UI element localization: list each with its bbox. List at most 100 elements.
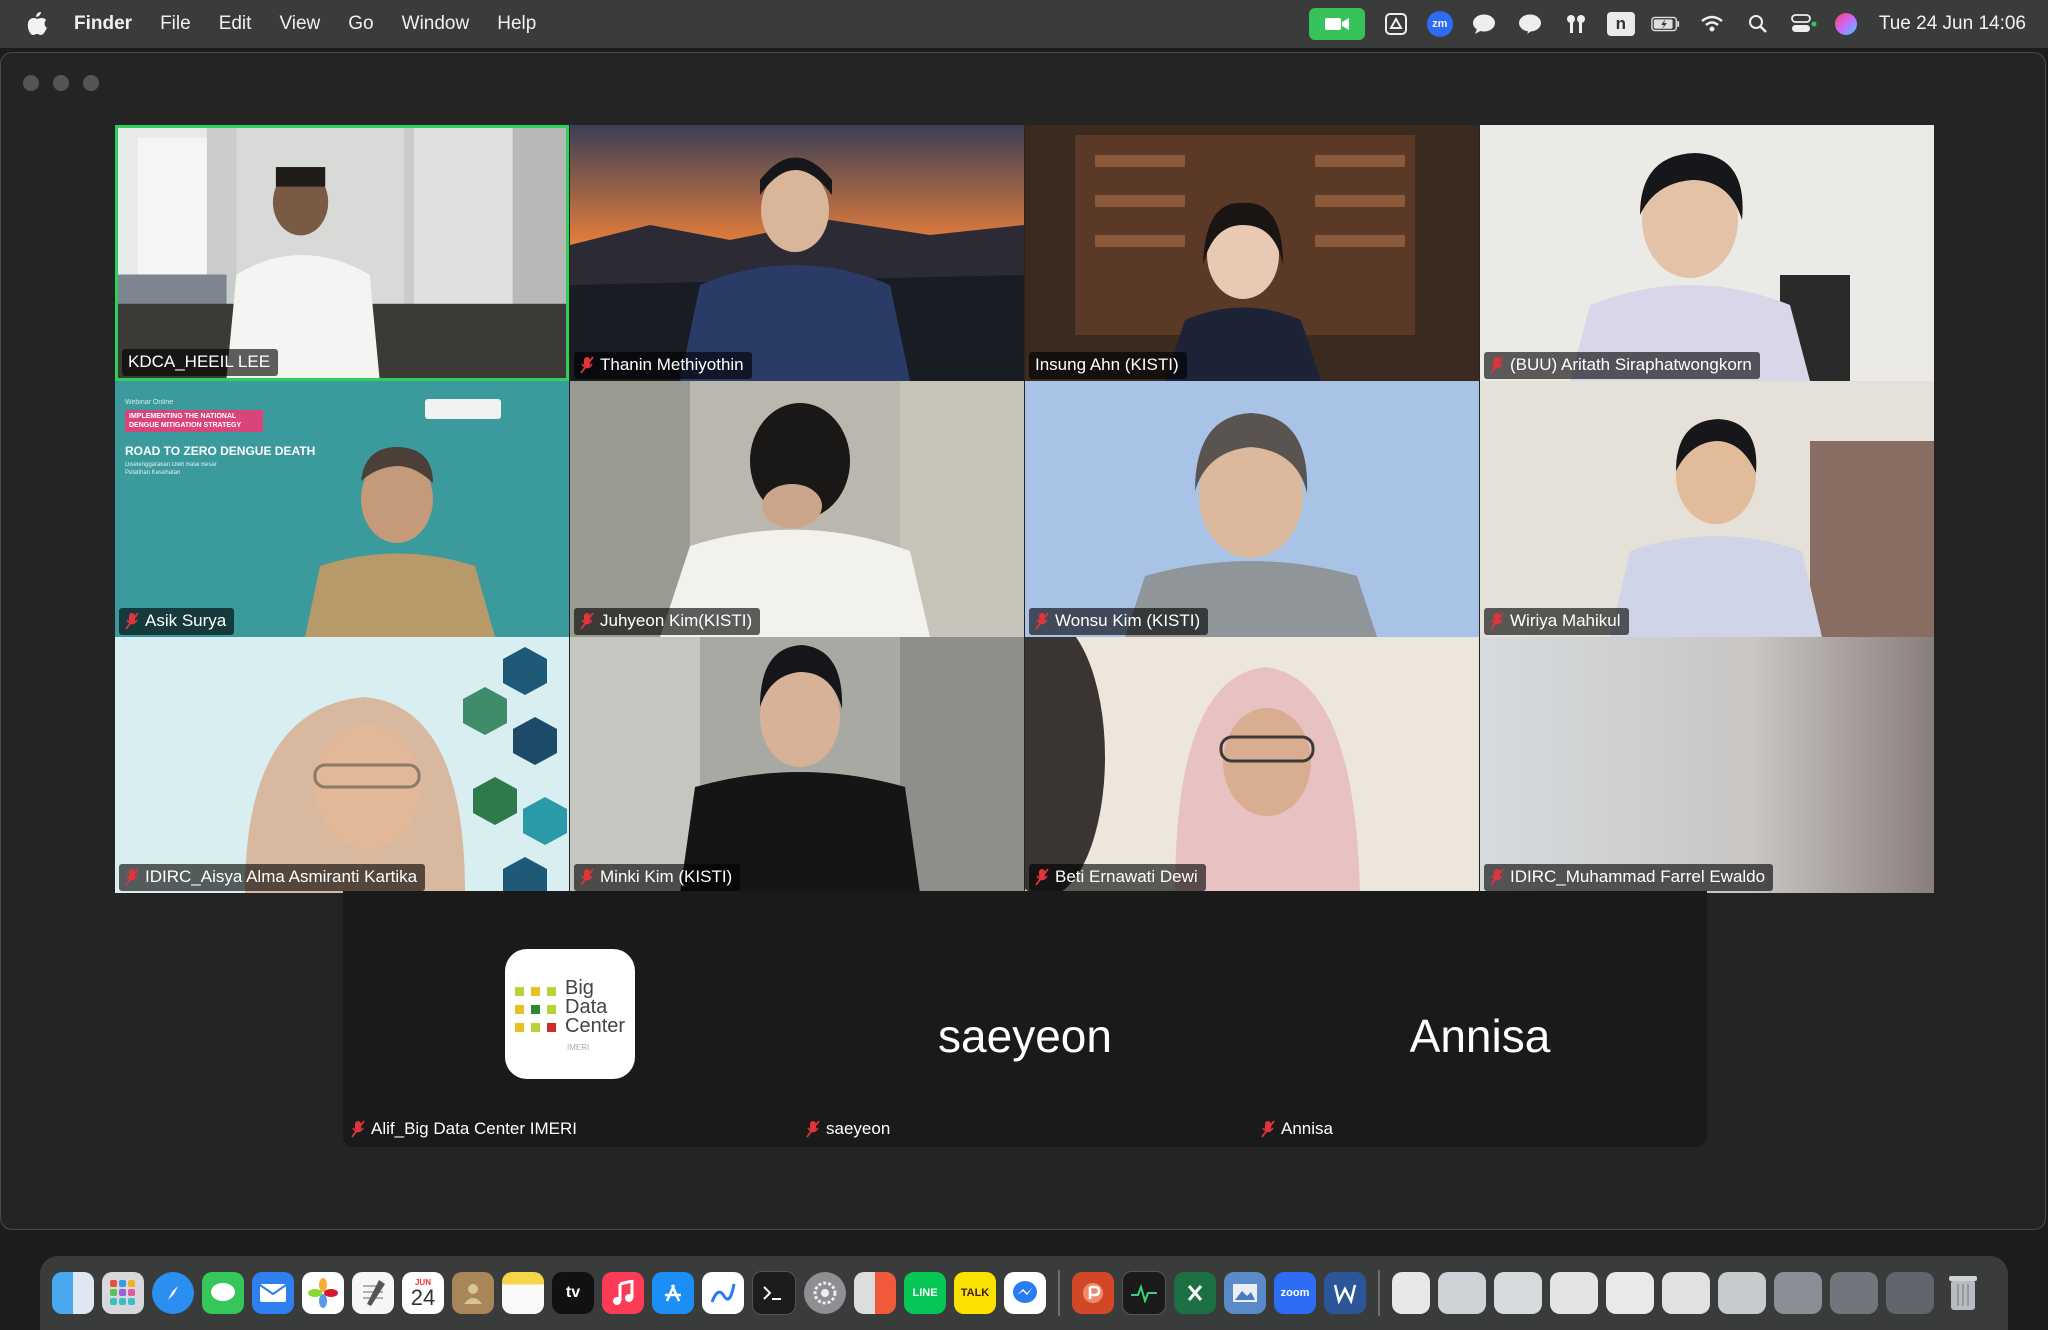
mail-icon[interactable] bbox=[252, 1272, 294, 1314]
launchpad-icon[interactable] bbox=[102, 1272, 144, 1314]
video-tile[interactable]: Insung Ahn (KISTI) bbox=[1025, 125, 1479, 381]
audio-tile[interactable]: Big Data Center IMERI Alif_Big Data Cent… bbox=[343, 891, 797, 1147]
safari-icon[interactable] bbox=[152, 1272, 194, 1314]
menu-window[interactable]: Window bbox=[402, 13, 470, 35]
tv-icon[interactable]: tv bbox=[552, 1272, 594, 1314]
video-tile[interactable]: Beti Ernawati Dewi bbox=[1025, 637, 1479, 893]
participant-name-label: saeyeon bbox=[806, 1119, 890, 1139]
messenger-icon[interactable] bbox=[1004, 1272, 1046, 1314]
zoom-label: zoom bbox=[1280, 1287, 1310, 1299]
photos-icon[interactable] bbox=[302, 1272, 344, 1314]
video-tile[interactable]: Wonsu Kim (KISTI) bbox=[1025, 381, 1479, 637]
powerpoint-icon[interactable] bbox=[1072, 1272, 1114, 1314]
muted-mic-icon bbox=[351, 1120, 365, 1138]
document-3-icon[interactable] bbox=[1494, 1272, 1542, 1314]
slide-kicker: Webinar Online bbox=[125, 399, 174, 406]
participant-name: Beti Ernawati Dewi bbox=[1055, 867, 1198, 886]
music-icon[interactable] bbox=[602, 1272, 644, 1314]
video-tile[interactable]: Wiriya Mahikul bbox=[1480, 381, 1934, 637]
freeform-icon[interactable] bbox=[702, 1272, 744, 1314]
document-7-icon[interactable] bbox=[1718, 1272, 1766, 1314]
battery-icon[interactable] bbox=[1651, 9, 1681, 39]
video-tile[interactable]: (BUU) Aritath Siraphatwongkorn bbox=[1480, 125, 1934, 381]
calendar-icon[interactable]: JUN 24 bbox=[402, 1272, 444, 1314]
document-6-icon[interactable] bbox=[1662, 1272, 1710, 1314]
zoom-icon[interactable]: zoom bbox=[1274, 1272, 1316, 1314]
menu-help[interactable]: Help bbox=[497, 13, 536, 35]
participant-name-label: Wiriya Mahikul bbox=[1484, 608, 1629, 635]
n-app-icon[interactable]: n bbox=[1606, 12, 1635, 36]
document-8-icon[interactable] bbox=[1774, 1272, 1822, 1314]
messages-icon[interactable] bbox=[1469, 9, 1499, 39]
zoom-window-button[interactable] bbox=[83, 75, 99, 91]
notes-icon[interactable] bbox=[502, 1272, 544, 1314]
document-9-icon[interactable] bbox=[1830, 1272, 1878, 1314]
audio-tile[interactable]: saeyeon saeyeon bbox=[798, 891, 1252, 1147]
participant-video bbox=[570, 125, 1024, 381]
tv-label: tv bbox=[565, 1284, 581, 1301]
line-icon[interactable]: LINE bbox=[904, 1272, 946, 1314]
iphone-mirroring-icon[interactable] bbox=[854, 1272, 896, 1314]
document-10-icon[interactable] bbox=[1886, 1272, 1934, 1314]
participant-video bbox=[570, 637, 1024, 893]
appstore-icon[interactable] bbox=[652, 1272, 694, 1314]
control-center-icon[interactable] bbox=[1789, 9, 1819, 39]
menu-file[interactable]: File bbox=[160, 13, 191, 35]
close-window-button[interactable] bbox=[23, 75, 39, 91]
video-tile[interactable]: Juhyeon Kim(KISTI) bbox=[570, 381, 1024, 637]
participant-name-label: IDIRC_Aisya Alma Asmiranti Kartika bbox=[119, 864, 426, 891]
muted-mic-icon bbox=[1490, 356, 1504, 374]
menu-go[interactable]: Go bbox=[348, 13, 373, 35]
wifi-icon[interactable] bbox=[1697, 9, 1727, 39]
dock-separator bbox=[1378, 1270, 1380, 1316]
textedit-icon[interactable] bbox=[352, 1272, 394, 1314]
video-tile[interactable]: Thanin Methiyothin bbox=[570, 125, 1024, 381]
document-5-icon[interactable] bbox=[1606, 1272, 1654, 1314]
apple-menu-icon[interactable] bbox=[26, 11, 48, 37]
video-tile[interactable]: Webinar Online IMPLEMENTING THE NATIONAL… bbox=[115, 381, 569, 637]
messages-icon[interactable] bbox=[202, 1272, 244, 1314]
audio-tile[interactable]: Annisa Annisa bbox=[1253, 891, 1707, 1147]
drive-icon[interactable] bbox=[1381, 9, 1411, 39]
finder-icon[interactable] bbox=[52, 1272, 94, 1314]
terminal-icon[interactable] bbox=[752, 1271, 796, 1315]
word-icon[interactable] bbox=[1324, 1272, 1366, 1314]
participant-video bbox=[1480, 637, 1934, 893]
excel-icon[interactable] bbox=[1174, 1272, 1216, 1314]
participant-name: IDIRC_Muhammad Farrel Ewaldo bbox=[1510, 867, 1766, 886]
muted-mic-icon bbox=[580, 356, 594, 374]
menu-view[interactable]: View bbox=[279, 13, 320, 35]
minimize-window-button[interactable] bbox=[53, 75, 69, 91]
video-tile[interactable]: IDIRC_Muhammad Farrel Ewaldo bbox=[1480, 637, 1934, 893]
participant-video bbox=[118, 128, 566, 378]
zoom-icon[interactable]: zm bbox=[1426, 11, 1453, 37]
video-tile[interactable]: KDCA_HEEIL LEE bbox=[115, 125, 569, 381]
participant-name: Thanin Methiyothin bbox=[600, 355, 744, 374]
document-2-icon[interactable] bbox=[1438, 1272, 1486, 1314]
system-settings-icon[interactable] bbox=[804, 1272, 846, 1314]
activity-monitor-icon[interactable] bbox=[1122, 1271, 1166, 1315]
kakaotalk-icon[interactable]: TALK bbox=[954, 1272, 996, 1314]
trash-icon[interactable] bbox=[1942, 1272, 1984, 1314]
participant-name: Annisa bbox=[1281, 1119, 1333, 1138]
video-tile[interactable]: IDIRC_Aisya Alma Asmiranti Kartika bbox=[115, 637, 569, 893]
participant-name-label: IDIRC_Muhammad Farrel Ewaldo bbox=[1484, 864, 1774, 891]
shared-slide-text: Webinar Online IMPLEMENTING THE NATIONAL… bbox=[125, 399, 405, 477]
line-icon[interactable] bbox=[1515, 9, 1545, 39]
zoom-video-icon[interactable] bbox=[1308, 8, 1365, 40]
video-tile[interactable]: Minki Kim (KISTI) bbox=[570, 637, 1024, 893]
document-1-icon[interactable] bbox=[1392, 1272, 1430, 1314]
dock-separator bbox=[1058, 1270, 1060, 1316]
document-4-icon[interactable] bbox=[1550, 1272, 1598, 1314]
airpods-icon[interactable] bbox=[1561, 9, 1591, 39]
spotlight-icon[interactable] bbox=[1743, 9, 1773, 39]
participant-video bbox=[1480, 125, 1934, 381]
contacts-icon[interactable] bbox=[452, 1272, 494, 1314]
menubar-clock[interactable]: Tue 24 Jun 14:06 bbox=[1879, 13, 2026, 35]
preview-icon[interactable] bbox=[1224, 1272, 1266, 1314]
participant-display-name: saeyeon bbox=[938, 1010, 1112, 1062]
menu-finder[interactable]: Finder bbox=[74, 13, 132, 35]
siri-icon[interactable] bbox=[1834, 13, 1857, 35]
muted-mic-icon bbox=[1035, 868, 1049, 886]
menu-edit[interactable]: Edit bbox=[219, 13, 252, 35]
